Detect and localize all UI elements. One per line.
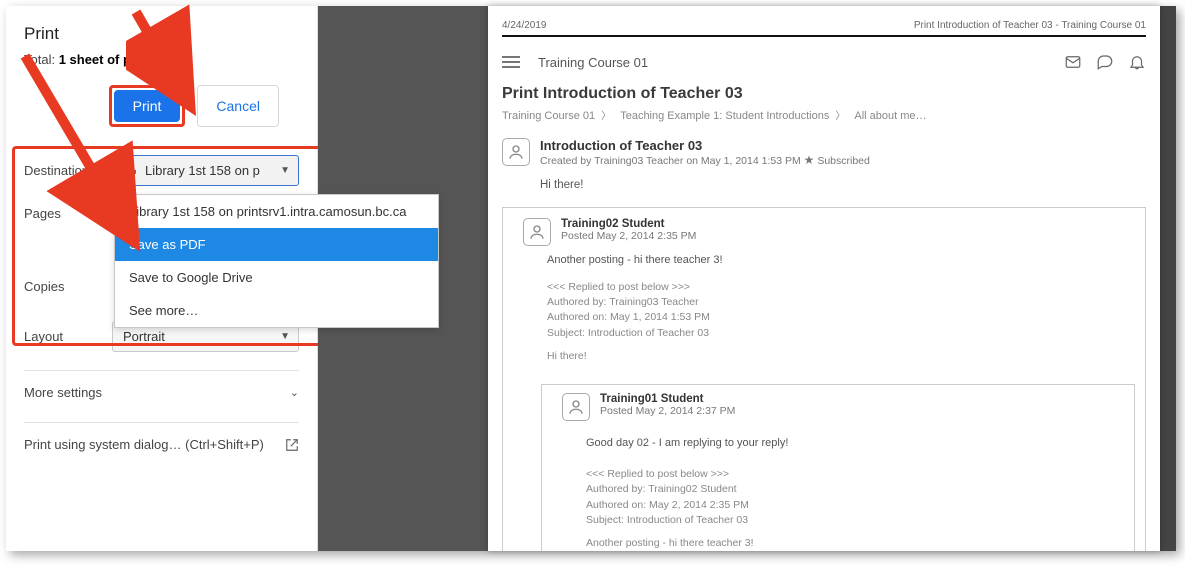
pages-label: Pages [24,206,112,221]
preview-doc-title: Print Introduction of Teacher 03 - Train… [914,20,1146,31]
print-highlight: Print [109,85,186,127]
more-settings-label: More settings [24,385,102,400]
reply2-quote-date: Authored on: May 2, 2014 2:35 PM [586,498,1124,513]
breadcrumb: Training Course 01〉 Teaching Example 1: … [502,103,1146,138]
thread-meta: Created by Training03 Teacher on May 1, … [540,155,801,167]
destination-value: Library 1st 158 on p [145,163,260,178]
print-button[interactable]: Print [114,90,181,122]
reply2-quote-subject: Subject: Introduction of Teacher 03 [586,513,1124,528]
chevron-down-icon: ▼ [280,331,290,342]
mail-icon[interactable] [1064,53,1082,71]
reply1-meta: Posted May 2, 2014 2:35 PM [561,230,696,242]
reply2-quote-header: <<< Replied to post below >>> [586,467,1124,482]
preview-date: 4/24/2019 [502,20,547,31]
reply2-meta: Posted May 2, 2014 2:37 PM [600,405,735,417]
layout-value: Portrait [123,329,165,344]
destination-dropdown: Library 1st 158 on printsrv1.intra.camos… [114,194,439,328]
reply2-quote-author: Authored by: Training02 Student [586,482,1124,497]
destination-option-save-pdf[interactable]: Save as PDF [115,228,438,261]
total-sheets: Total: 1 sheet of paper [24,52,299,81]
course-name: Training Course 01 [538,55,648,70]
crumb-2[interactable]: Teaching Example 1: Student Introduction… [620,110,829,122]
chevron-down-icon: ⌄ [290,386,299,399]
layout-label: Layout [24,329,112,344]
thread-body: Hi there! [502,167,1146,191]
reply1-quote-date: Authored on: May 1, 2014 1:53 PM [547,310,1135,325]
reply1-quote-header: <<< Replied to post below >>> [547,280,1135,295]
chat-icon[interactable] [1096,53,1114,71]
destination-option-printer[interactable]: Library 1st 158 on printsrv1.intra.camos… [115,195,438,228]
reply2-author: Training01 Student [600,393,735,405]
total-prefix: Total: [24,52,59,67]
system-dialog-link[interactable]: Print using system dialog… (Ctrl+Shift+P… [24,423,299,466]
more-settings[interactable]: More settings ⌄ [24,371,299,414]
crumb-3[interactable]: All about me… [854,110,926,122]
system-dialog-label: Print using system dialog… (Ctrl+Shift+P… [24,437,264,452]
reply1-quote-body: Hi there! [547,341,1135,364]
avatar [523,218,551,246]
printer-icon [123,164,137,178]
avatar [502,138,530,166]
bell-icon[interactable] [1128,53,1146,71]
destination-select[interactable]: Library 1st 158 on p ▼ [112,155,299,186]
preview-page-title: Print Introduction of Teacher 03 [502,79,1146,103]
destination-option-see-more[interactable]: See more… [115,294,438,327]
star-icon[interactable]: ★ [804,153,815,167]
total-value: 1 sheet of paper [59,52,159,67]
reply2-quote-body: Another posting - hi there teacher 3! [586,528,1124,551]
avatar [562,393,590,421]
preview-page: 4/24/2019 Print Introduction of Teacher … [488,6,1160,551]
destination-option-google-drive[interactable]: Save to Google Drive [115,261,438,294]
preview-scrollbar[interactable] [1160,6,1176,551]
reply-container: Training02 Student Posted May 2, 2014 2:… [502,207,1146,551]
reply2-body: Good day 02 - I am replying to your repl… [552,421,1124,455]
chevron-down-icon: ▼ [280,165,290,176]
subscribed-label: Subscribed [817,155,870,167]
thread-title: Introduction of Teacher 03 [540,138,870,153]
cancel-button[interactable]: Cancel [197,85,279,127]
reply1-quote-subject: Subject: Introduction of Teacher 03 [547,326,1135,341]
destination-label: Destination [24,163,112,178]
hamburger-icon[interactable] [502,56,520,68]
copies-label: Copies [24,279,112,294]
print-preview-area: 4/24/2019 Print Introduction of Teacher … [318,6,1176,551]
reply1-quote-author: Authored by: Training03 Teacher [547,295,1135,310]
reply1-body: Another posting - hi there teacher 3! [513,246,1135,272]
reply1-author: Training02 Student [561,218,696,230]
crumb-1[interactable]: Training Course 01 [502,110,595,122]
panel-title: Print [24,20,299,52]
open-external-icon [285,438,299,452]
